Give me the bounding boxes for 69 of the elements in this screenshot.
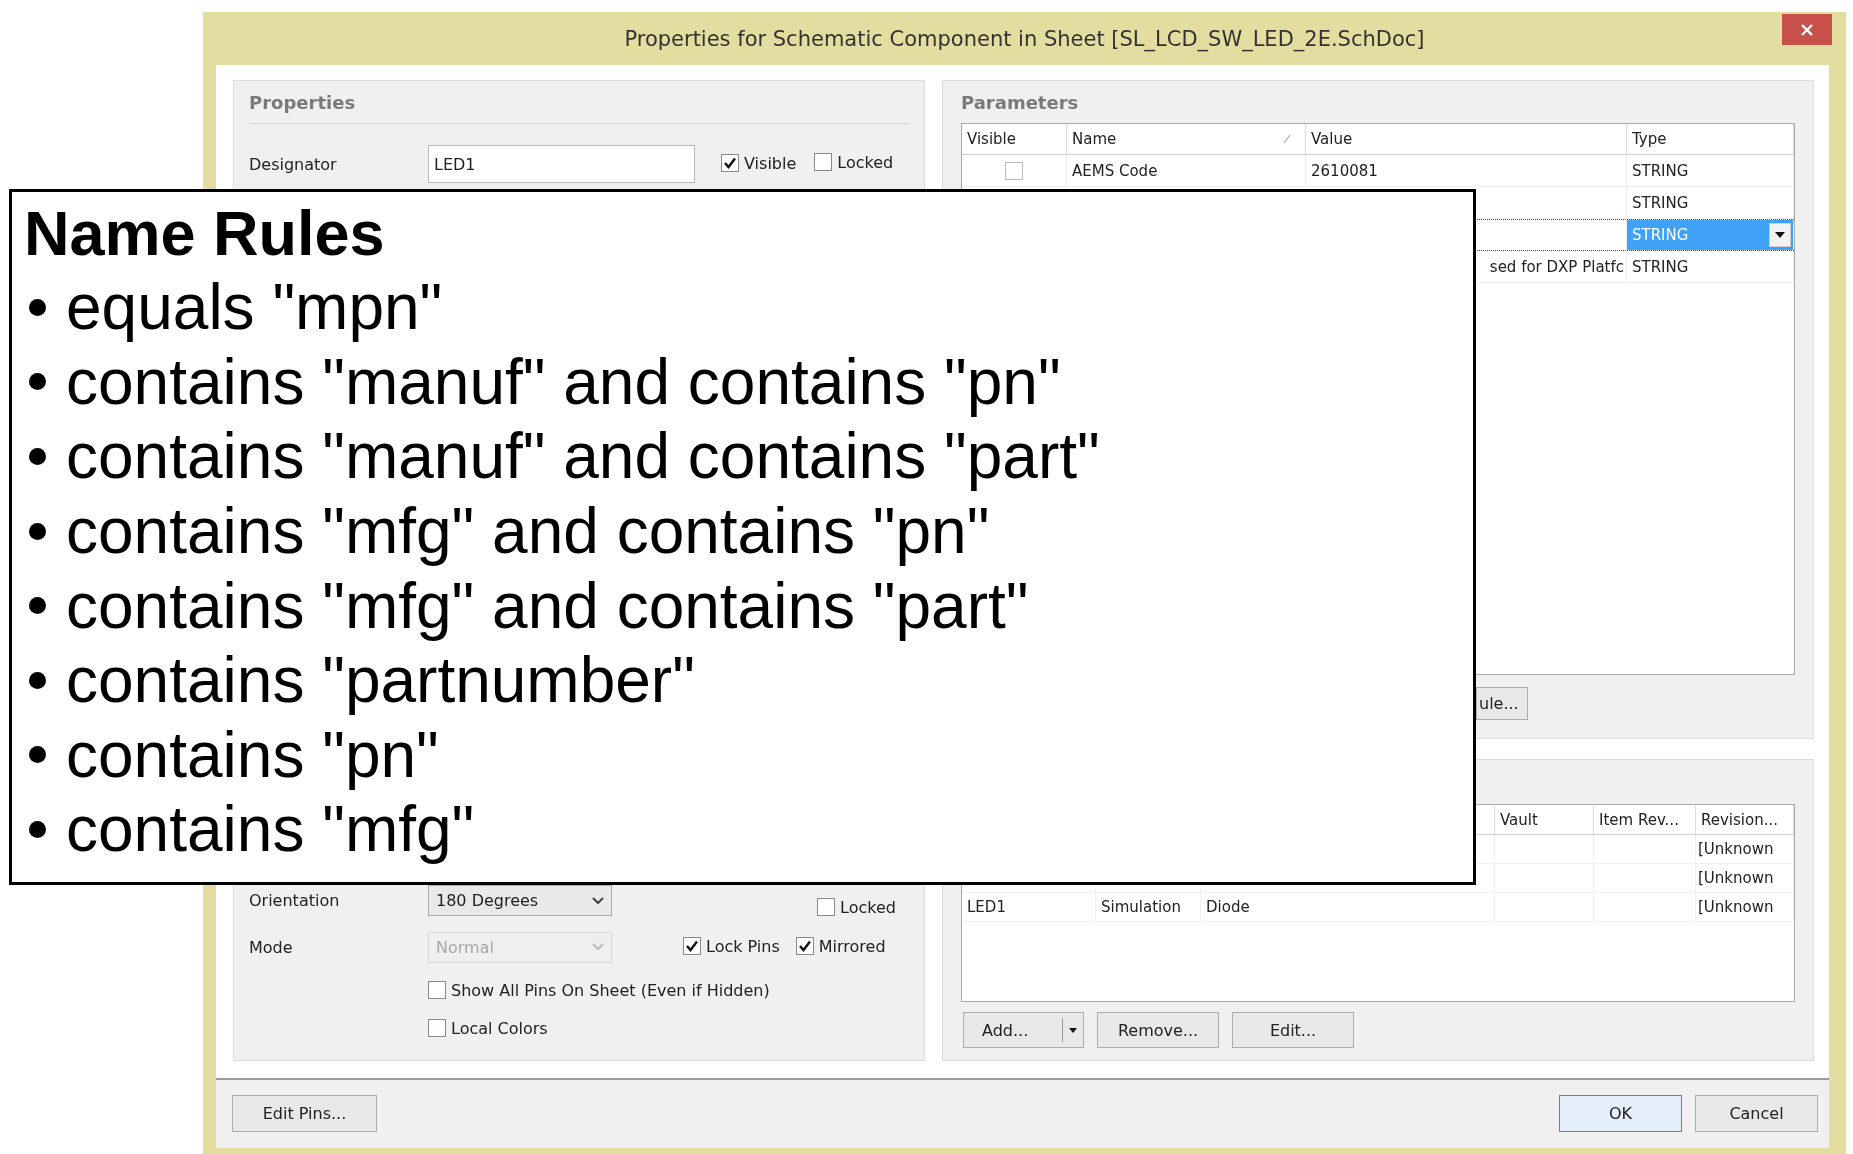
checkbox[interactable]: Locked bbox=[817, 897, 896, 917]
column-header[interactable]: Type bbox=[1632, 130, 1667, 148]
close-icon bbox=[1800, 22, 1814, 37]
dropdown[interactable]: 180 Degrees bbox=[428, 885, 612, 916]
window-title: Properties for Schematic Component in Sheet [SL_LCD_SW_LED_2E.SchDoc] bbox=[623, 26, 1426, 51]
bullet-icon bbox=[29, 671, 46, 689]
edit-pins-button[interactable]: Edit Pins... bbox=[232, 1095, 377, 1132]
rule-text: contains "mfg" and contains "pn" bbox=[66, 494, 990, 569]
caret-icon bbox=[1069, 1027, 1077, 1033]
table-cell: sed for DXP Platfc bbox=[1489, 257, 1624, 276]
add-button[interactable]: Add... bbox=[963, 1012, 1084, 1048]
table-cell: [Unknown bbox=[1698, 898, 1774, 916]
chevron-icon bbox=[592, 943, 604, 951]
column-header[interactable]: Value bbox=[1311, 130, 1353, 148]
rule-text: contains "manuf" and contains "pn" bbox=[66, 344, 1061, 419]
designator-field[interactable]: LED1 bbox=[428, 145, 695, 183]
table-cell: Simulation bbox=[1101, 898, 1181, 916]
check-icon bbox=[723, 156, 737, 171]
close-button[interactable] bbox=[1782, 14, 1832, 45]
checkbox[interactable] bbox=[1005, 161, 1023, 180]
checkbox[interactable]: Locked bbox=[814, 152, 894, 172]
check-icon bbox=[797, 939, 812, 954]
chevron-icon bbox=[592, 896, 604, 905]
bullet-icon bbox=[29, 746, 46, 764]
checkbox[interactable]: Visible bbox=[721, 153, 797, 173]
table-cell: STRING bbox=[1632, 257, 1689, 276]
group-title: Parameters bbox=[961, 92, 1079, 113]
table-cell: Diode bbox=[1206, 898, 1250, 916]
rule-text: contains "partnumber" bbox=[66, 643, 695, 718]
column-header[interactable]: Item Rev... bbox=[1599, 810, 1679, 829]
rule-text: contains "pn" bbox=[66, 717, 439, 792]
column-header[interactable]: Vault bbox=[1500, 810, 1538, 829]
dialog-button[interactable]: Edit... bbox=[1232, 1012, 1354, 1048]
table-cell: [Unknown bbox=[1698, 840, 1774, 858]
dialog-button[interactable]: Remove... bbox=[1097, 1012, 1219, 1048]
field-label: Mode bbox=[249, 937, 294, 957]
checkbox[interactable]: Mirrored bbox=[795, 936, 886, 956]
rule-text: contains "manuf" and contains "part" bbox=[66, 419, 1100, 494]
sort-icon bbox=[1283, 134, 1291, 144]
rule-text: equals "mpn" bbox=[66, 270, 443, 345]
rule-button[interactable]: ule... bbox=[1476, 687, 1528, 720]
column-header[interactable]: Visible bbox=[967, 130, 1016, 148]
table-cell: AEMS Code bbox=[1072, 161, 1158, 180]
rule-text: contains "mfg" and contains "part" bbox=[66, 568, 1029, 643]
caret-icon bbox=[1775, 232, 1785, 238]
table-cell: [Unknown bbox=[1698, 869, 1774, 887]
ok-button[interactable]: OK bbox=[1559, 1095, 1682, 1132]
field-label: Designator bbox=[249, 154, 338, 174]
field-label: Orientation bbox=[249, 891, 341, 910]
checkbox[interactable]: Local Colors bbox=[428, 1018, 548, 1038]
column-header[interactable]: Revision... bbox=[1701, 810, 1778, 829]
cancel-button[interactable]: Cancel bbox=[1695, 1095, 1818, 1132]
checkbox[interactable]: Show All Pins On Sheet (Even if Hidden) bbox=[428, 980, 770, 1000]
bullet-icon bbox=[29, 597, 46, 615]
check-icon bbox=[685, 939, 699, 954]
table-cell: 2610081 bbox=[1311, 161, 1378, 180]
group-title: Properties bbox=[249, 92, 356, 113]
bullet-icon bbox=[29, 298, 46, 316]
bullet-icon bbox=[29, 448, 46, 465]
checkbox[interactable]: Lock Pins bbox=[683, 936, 780, 956]
callout-title: Name Rules bbox=[24, 197, 385, 270]
table-cell: STRING bbox=[1632, 161, 1689, 180]
rule-text: contains "mfg" bbox=[66, 792, 475, 867]
bullet-icon bbox=[29, 522, 46, 540]
column-header[interactable]: Name bbox=[1072, 130, 1117, 148]
bullet-icon bbox=[29, 373, 46, 391]
bullet-icon bbox=[29, 820, 46, 838]
table-cell: STRING bbox=[1632, 193, 1689, 212]
table-cell: LED1 bbox=[967, 898, 1006, 916]
